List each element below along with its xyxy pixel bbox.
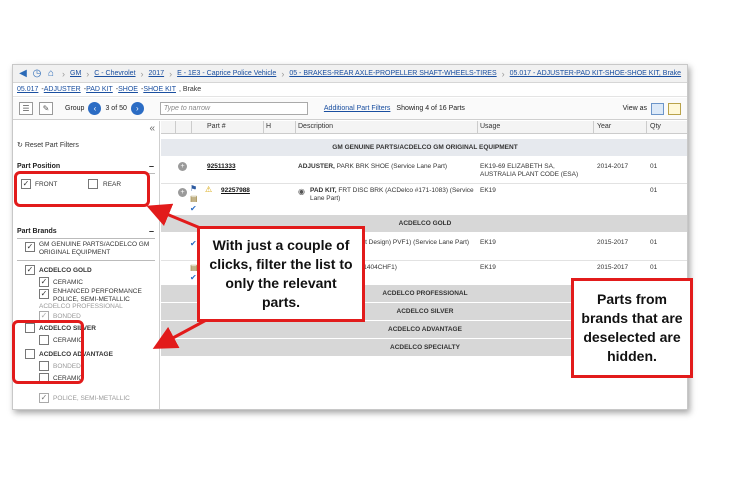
- callout-hidden: Parts from brands that are deselected ar…: [571, 278, 693, 378]
- annotation-arrows: [146, 203, 211, 349]
- arrow-to-brands: [152, 316, 211, 349]
- callout-filter: With just a couple of clicks, filter the…: [197, 226, 365, 322]
